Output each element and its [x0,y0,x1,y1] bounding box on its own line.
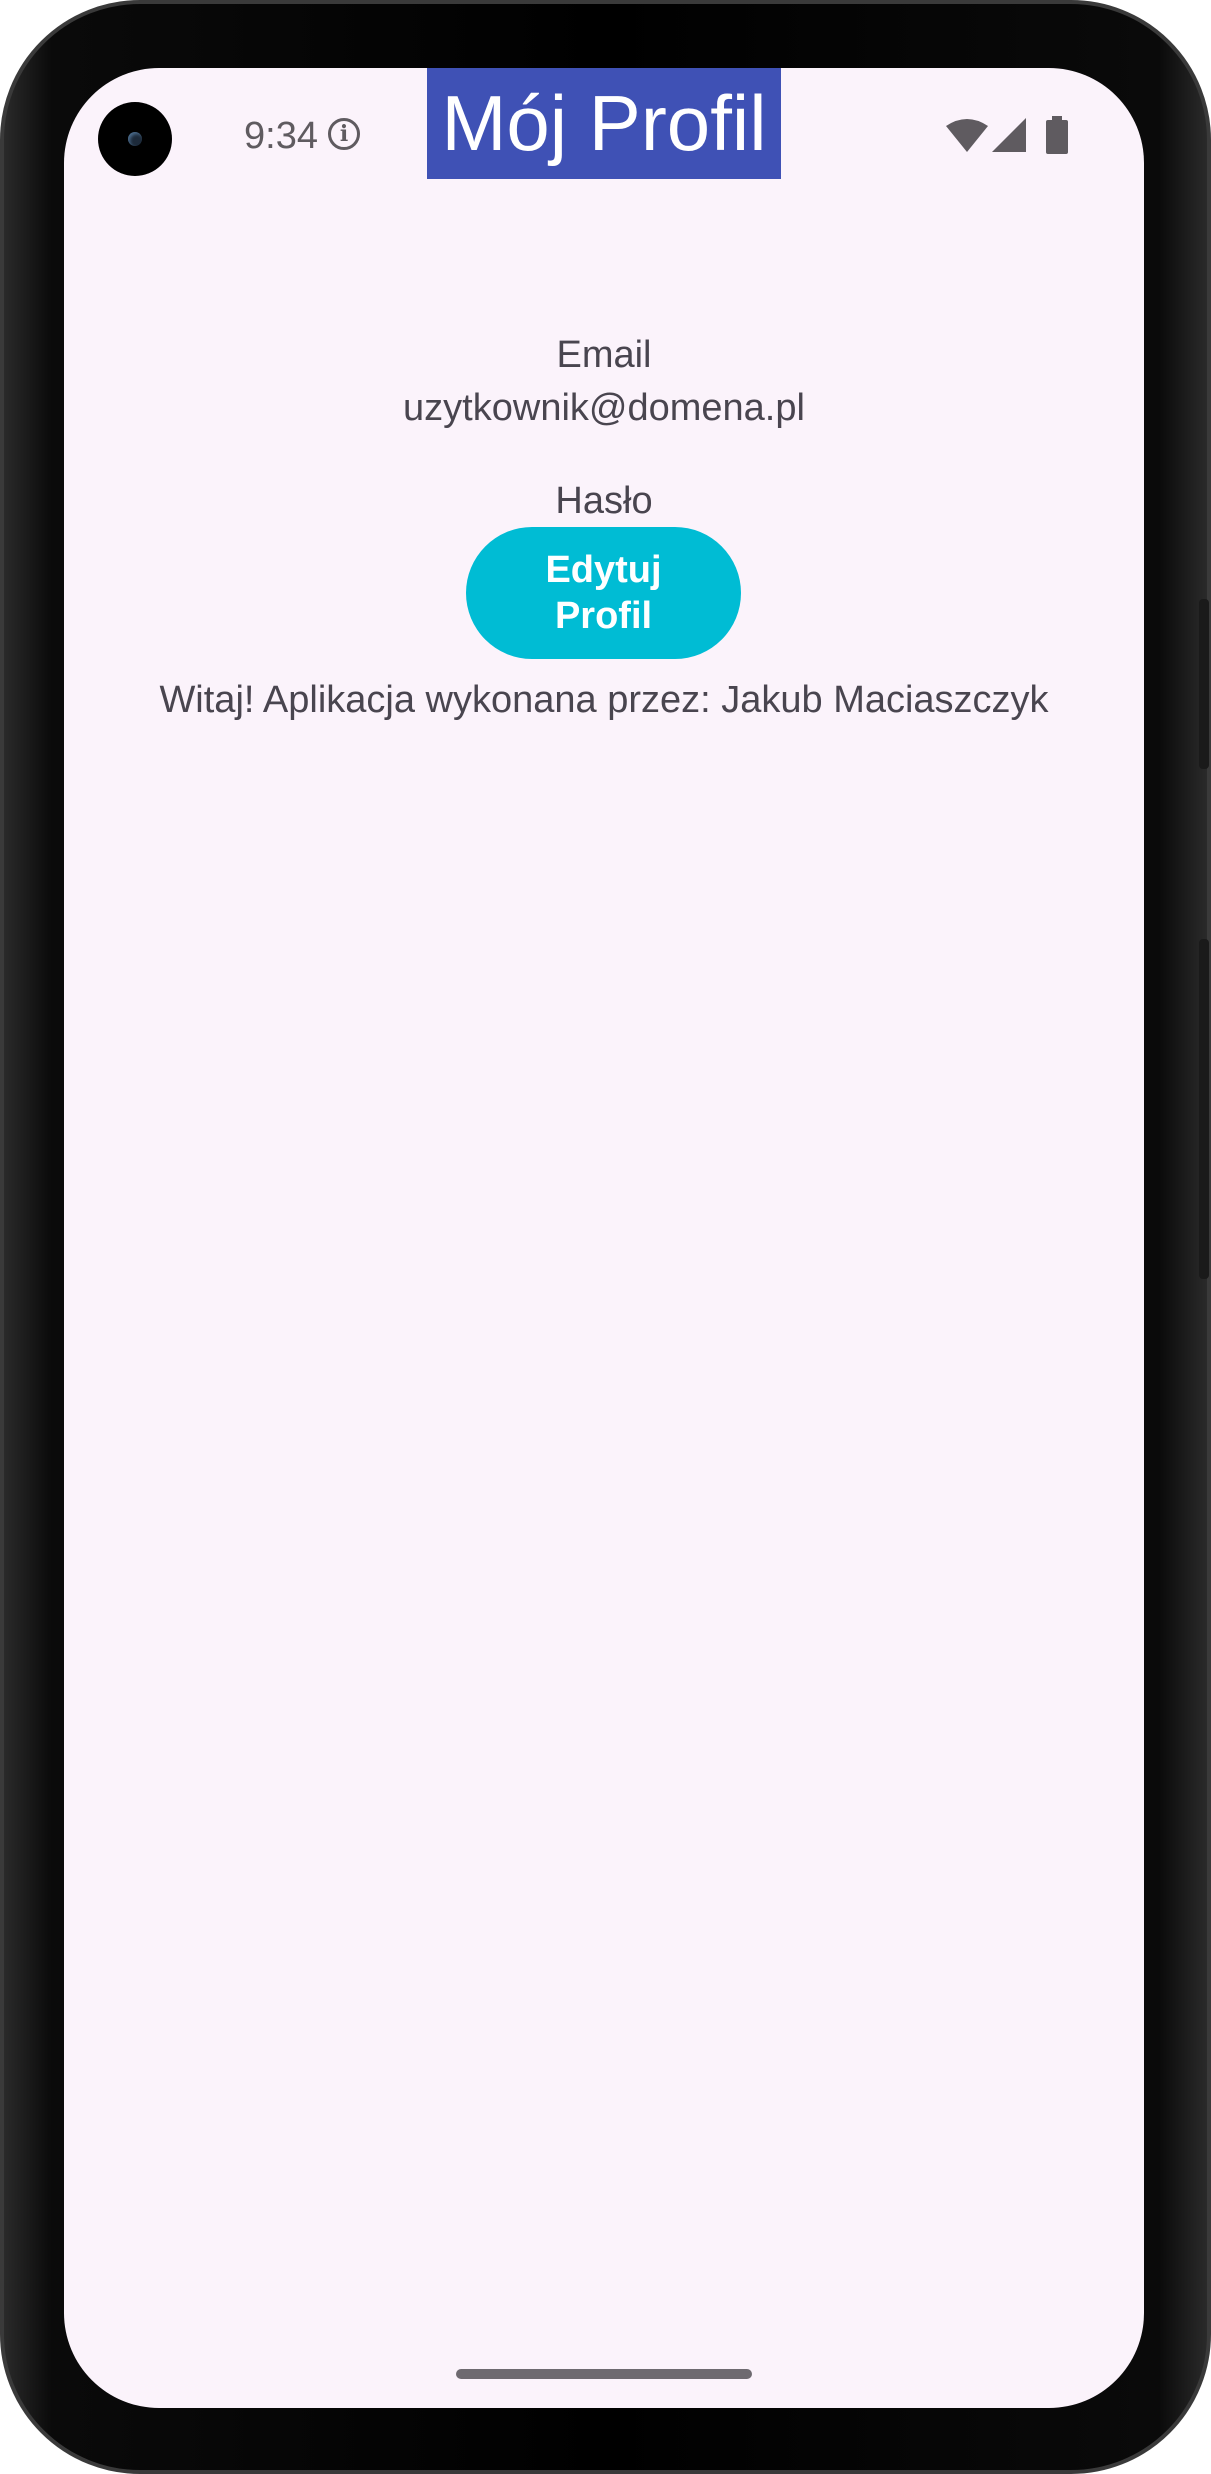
phone-frame: 9:34 i Mój Profil Email uzytkownik@domen… [0,0,1211,2474]
phone-screen: 9:34 i Mój Profil Email uzytkownik@domen… [64,68,1144,2408]
volume-button [1199,599,1209,769]
status-bar-time: 9:34 [244,115,318,157]
password-label: Hasło [555,480,653,522]
power-button [1199,939,1209,1279]
info-icon: i [328,118,360,150]
edit-profile-button[interactable]: Edytuj Profil [466,527,741,659]
email-label: Email [556,334,652,376]
battery-icon [1046,116,1068,154]
cellular-signal-icon [992,118,1026,152]
footer-message: Witaj! Aplikacja wykonana przez: Jakub M… [159,679,1049,721]
wifi-icon [946,119,988,152]
front-camera-icon [98,102,172,176]
page-title: Mój Profil [427,68,781,179]
home-indicator[interactable] [456,2369,752,2379]
email-value: uzytkownik@domena.pl [403,387,805,429]
status-icons [946,116,1076,158]
